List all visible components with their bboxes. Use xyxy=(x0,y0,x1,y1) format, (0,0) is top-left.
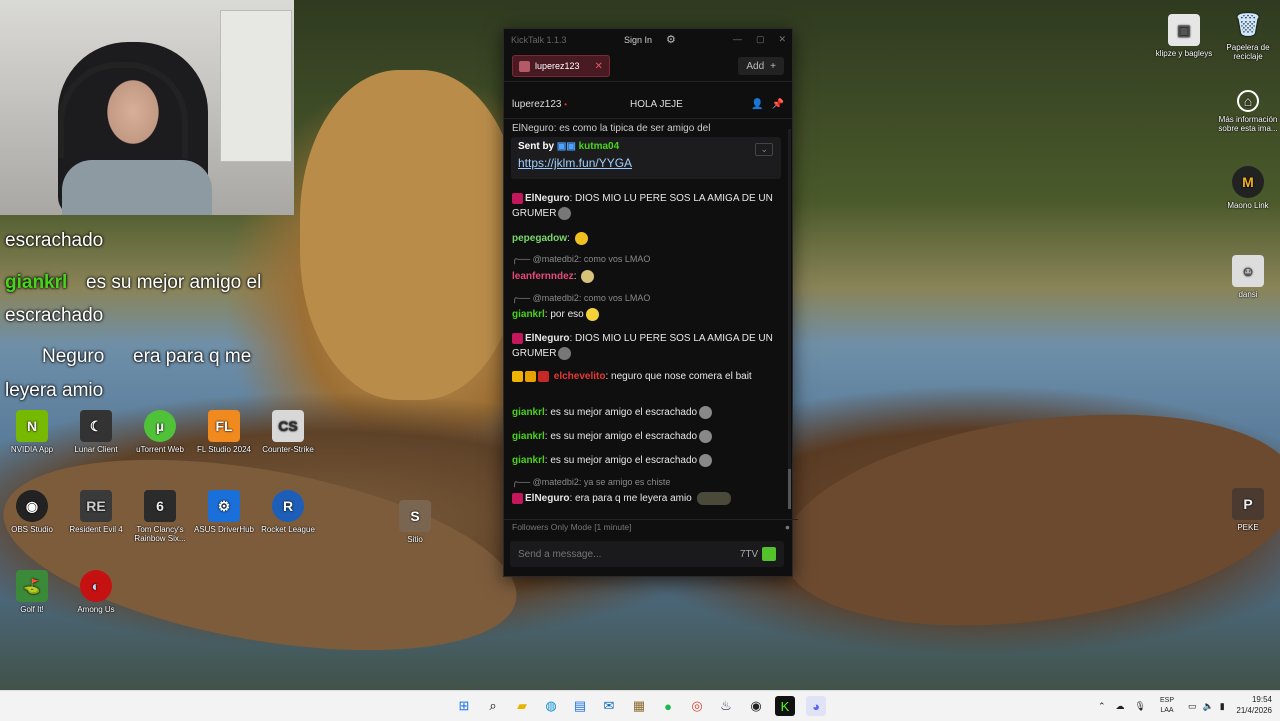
desktop-icon-info[interactable]: ⌂ Más información sobre esta ima... xyxy=(1216,90,1280,133)
sign-in-button[interactable]: Sign In xyxy=(624,35,652,45)
chat-message: ElNeguro: DIOS MIO LU PERE SOS LA AMIGA … xyxy=(512,332,773,360)
chat-message: leanfernndez: xyxy=(512,269,780,284)
chat-message: giankrl: por eso xyxy=(512,307,780,322)
overlay-line-3: escrachado xyxy=(5,305,104,326)
close-tab-icon[interactable]: ✕ xyxy=(595,61,603,72)
overlay-line-4: era para q me xyxy=(133,346,252,367)
chat-message: pepegadow: xyxy=(512,231,780,246)
kick-emote-icon[interactable] xyxy=(762,547,776,561)
reply-context: ╭── @matedbi2: ya se amigo es chiste xyxy=(512,477,671,487)
battery-icon[interactable]: ▮ xyxy=(1220,701,1225,712)
gear-icon[interactable]: ⚙ xyxy=(666,33,676,46)
overlay-line-5: leyera amio xyxy=(5,380,104,401)
minecraft-icon[interactable]: ▦ xyxy=(629,696,649,716)
webcam-feed xyxy=(0,0,294,215)
desktop-icon-golf[interactable]: ⛳ Golf It! xyxy=(0,570,64,614)
chat-scrollbar[interactable] xyxy=(788,129,791,509)
language-indicator[interactable]: ESP LAA xyxy=(1160,696,1174,716)
wallpaper-leopard xyxy=(300,70,520,400)
desktop-icon-klipze[interactable]: ▣ klipze y bagleys xyxy=(1152,14,1216,58)
maximize-icon[interactable]: ▢ xyxy=(756,34,765,45)
pinned-user[interactable]: kutma04 xyxy=(579,141,620,152)
spotify-icon[interactable]: ● xyxy=(658,696,678,716)
system-tray: ⌃ ☁ 🎙 ESP LAA ▭ 🔈 ▮ xyxy=(1098,691,1225,721)
minimize-icon[interactable]: — xyxy=(733,34,742,45)
chat-mode-bar: Followers Only Mode [1 minute] ● xyxy=(504,519,798,534)
overlay-user-2: giankrl xyxy=(5,272,68,293)
desktop-icon-among-us[interactable]: ◐ Among Us xyxy=(64,570,128,614)
search-icon[interactable]: ⌕ xyxy=(483,696,503,716)
clock-time: 19:54 xyxy=(1251,695,1272,704)
stream-title: HOLA JEJE xyxy=(630,98,683,110)
plus-icon: + xyxy=(770,60,776,72)
file-explorer-icon[interactable]: ▰ xyxy=(512,696,532,716)
overlay-line-1: escrachado xyxy=(5,230,104,251)
chat-message: ElNeguro: DIOS MIO LU PERE SOS LA AMIGA … xyxy=(512,192,773,220)
user-icon[interactable]: 👤 xyxy=(751,99,763,110)
steam-icon[interactable]: ♨ xyxy=(716,696,736,716)
pinned-link[interactable]: https://jklm.fun/YYGA xyxy=(518,156,774,170)
wifi-icon[interactable]: ▭ xyxy=(1188,701,1197,712)
channel-name[interactable]: luperez123 • xyxy=(512,99,567,110)
kick-icon[interactable]: K xyxy=(775,696,795,716)
desktop-icon-rocket-league[interactable]: R Rocket League xyxy=(256,490,320,534)
overlay-line-2: es su mejor amigo el xyxy=(86,272,262,293)
taskbar: ⊞ ⌕ ▰ ◍ ▤ ✉ ▦ ● ◎ ♨ ◉ K ◕ ⌃ ☁ 🎙 ESP LAA ▭… xyxy=(0,690,1280,721)
desktop-icon-nvidia[interactable]: N NVIDIA App xyxy=(0,410,64,454)
partial-message: ElNeguro: es como la tipica de ser amigo… xyxy=(512,123,711,134)
chevron-down-icon[interactable]: ⌄ xyxy=(755,143,773,156)
desktop-icon-re4[interactable]: RE Resident Evil 4 xyxy=(64,490,128,534)
clock-date: 21/4/2026 xyxy=(1236,706,1272,715)
desktop-icon-counter-strike[interactable]: CS Counter-Strike xyxy=(256,410,320,454)
chrome-icon[interactable]: ◎ xyxy=(687,696,707,716)
close-icon[interactable]: ✕ xyxy=(778,34,786,45)
chat-message: giankrl: es su mejor amigo el escrachado xyxy=(512,453,780,468)
desktop-icon-lunar[interactable]: ☾ Lunar Client xyxy=(64,410,128,454)
edge-icon[interactable]: ◍ xyxy=(541,696,561,716)
mic-icon[interactable]: 🎙 xyxy=(1135,701,1146,712)
desktop-icon-r6[interactable]: 6 Tom Clancy's Rainbow Six... xyxy=(128,490,192,543)
desktop-icon-maono[interactable]: M Maono Link xyxy=(1216,166,1280,210)
discord-icon[interactable]: ◕ xyxy=(806,696,826,716)
pin-icon[interactable]: 📌 xyxy=(772,99,784,110)
network-icon[interactable]: ☁ xyxy=(1116,701,1125,712)
desktop-icon-utorrent[interactable]: µ uTorrent Web xyxy=(128,410,192,454)
sent-by-label: Sent by xyxy=(518,141,555,152)
windows-start-icon[interactable]: ⊞ xyxy=(454,696,474,716)
store-icon[interactable]: ▤ xyxy=(570,696,590,716)
chat-message: elchevelito: neguro que nose comera el b… xyxy=(512,369,780,384)
reply-context: ╭── @matedbi2: como vos LMAO xyxy=(512,254,651,264)
overlay-user-4: Neguro xyxy=(42,346,105,367)
add-button[interactable]: Add + xyxy=(738,57,784,75)
desktop-icon-recycle-bin[interactable]: 🗑 Papelera de reciclaje xyxy=(1216,8,1280,61)
desktop-icon-dansi[interactable]: ☺ dansi xyxy=(1216,255,1280,299)
tabs-bar: luperez123 ✕ Add + xyxy=(504,51,792,82)
outlook-icon[interactable]: ✉ xyxy=(599,696,619,716)
reply-context: ╭── @matedbi2: como vos LMAO xyxy=(512,293,651,303)
tab-label: luperez123 xyxy=(535,61,580,71)
message-input[interactable] xyxy=(510,547,740,561)
tab-luperez123[interactable]: luperez123 ✕ xyxy=(512,55,610,77)
volume-icon[interactable]: 🔈 xyxy=(1203,701,1214,712)
desktop-icon-fl-studio[interactable]: FL FL Studio 2024 xyxy=(192,410,256,454)
chevron-up-icon[interactable]: ⌃ xyxy=(1098,701,1106,712)
avatar xyxy=(519,60,530,72)
chat-message: giankrl: es su mejor amigo el escrachado xyxy=(512,405,780,420)
emote-picker-icon[interactable]: 7TV xyxy=(740,545,758,563)
obs-taskbar-icon[interactable]: ◉ xyxy=(746,696,766,716)
kicktalk-window: KickTalk 1.1.3 Sign In ⚙ — ▢ ✕ luperez12… xyxy=(503,28,798,577)
message-input-bar: 7TV xyxy=(510,541,784,567)
add-label: Add xyxy=(746,60,765,72)
clock[interactable]: 19:54 21/4/2026 xyxy=(1236,694,1272,716)
channel-header: luperez123 • HOLA JEJE 👤 📌 xyxy=(504,90,792,119)
desktop-icon-obs[interactable]: ◉ OBS Studio xyxy=(0,490,64,534)
pinned-message: Sent by ▣▣ kutma04 https://jklm.fun/YYGA… xyxy=(511,137,781,179)
desktop-icon-asus[interactable]: ⚙ ASUS DriverHub xyxy=(192,490,256,534)
mode-text: Followers Only Mode [1 minute] xyxy=(512,522,632,532)
chat-message: giankrl: es su mejor amigo el escrachado xyxy=(512,429,780,444)
desktop-icon-sitio[interactable]: S Sitio xyxy=(383,500,447,544)
desktop-icon-peke[interactable]: P PEKE xyxy=(1216,488,1280,532)
info-icon[interactable]: ● xyxy=(785,520,790,534)
chat-message: ElNeguro: era para q me leyera amio xyxy=(512,491,780,506)
